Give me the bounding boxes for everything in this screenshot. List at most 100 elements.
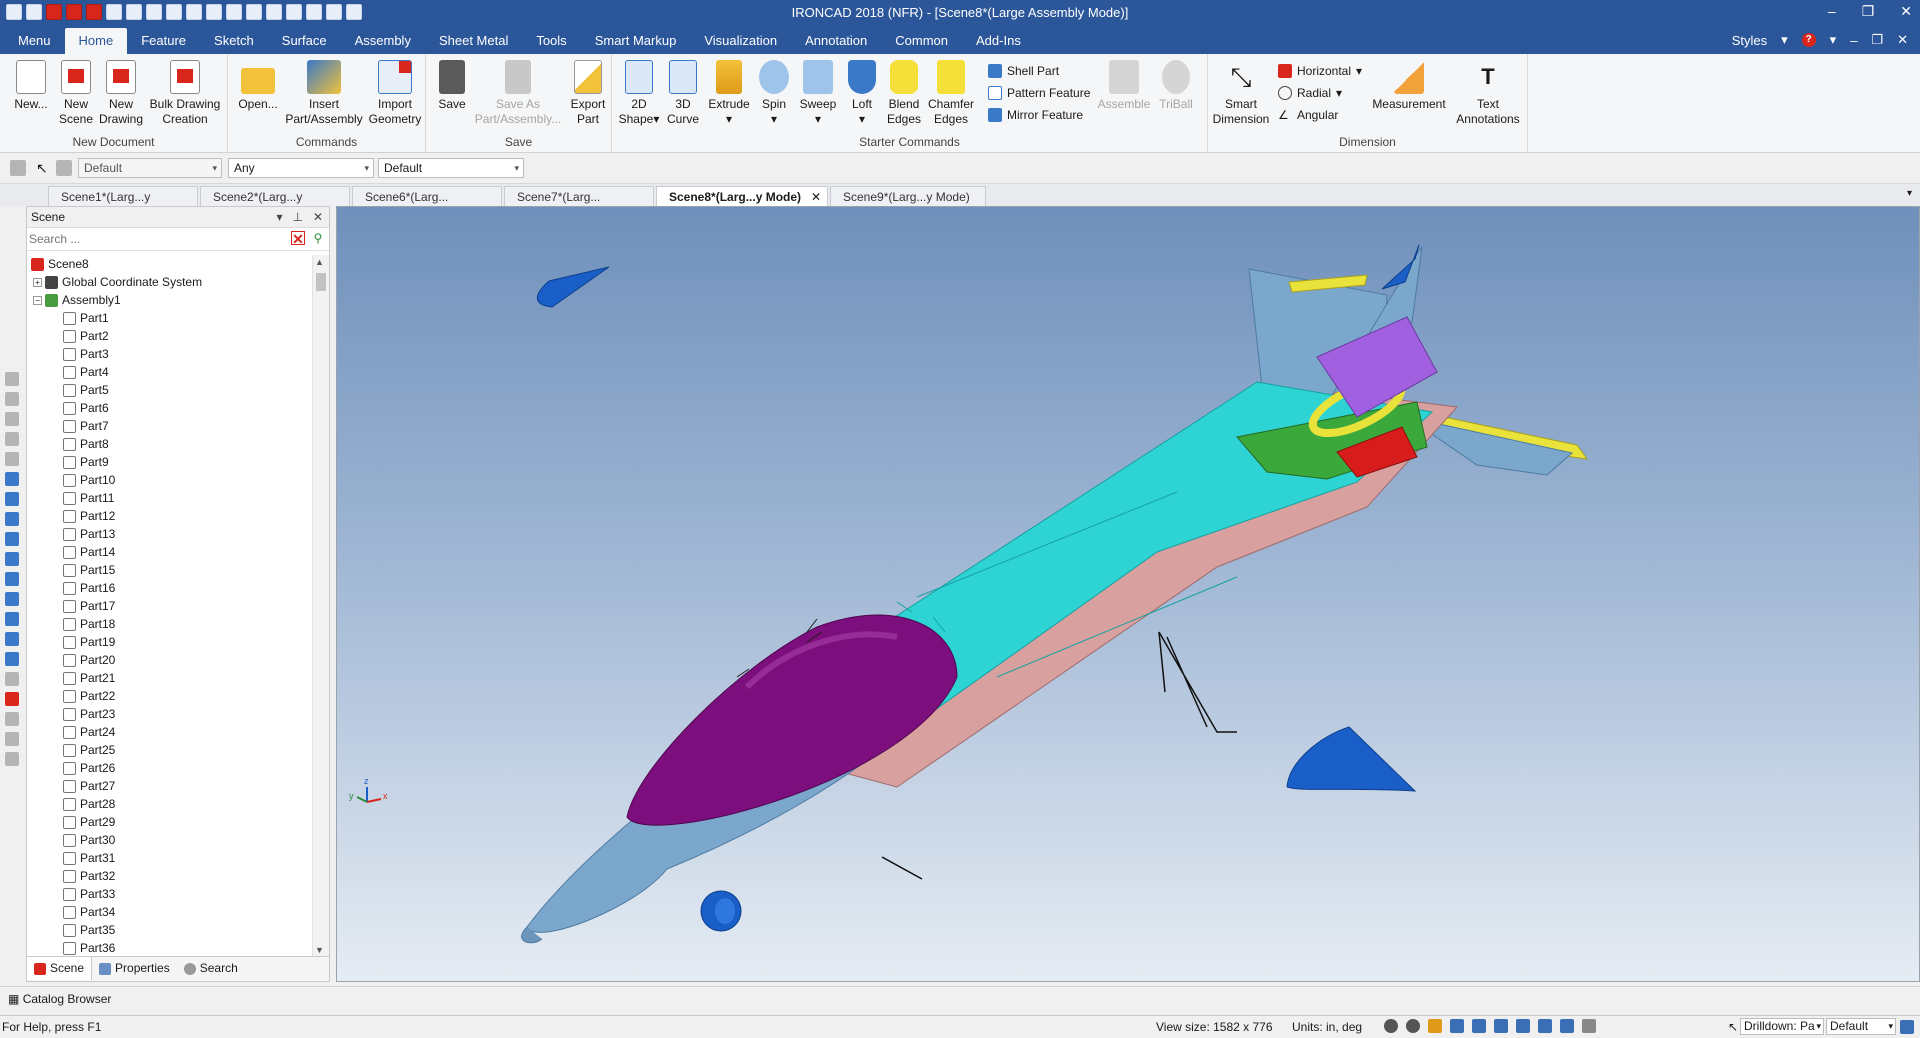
tool-arrow-icon[interactable] <box>5 752 19 766</box>
tree-node-part[interactable]: Part6 <box>27 399 311 417</box>
view-cube-icon[interactable] <box>1428 1019 1442 1033</box>
tree-node-part[interactable]: Part18 <box>27 615 311 633</box>
panel-tab-properties[interactable]: Properties <box>92 957 177 980</box>
tree-node-part[interactable]: Part9 <box>27 453 311 471</box>
tree-node-assembly[interactable]: − Assembly1 <box>27 291 311 309</box>
save-button[interactable]: Save <box>434 60 470 112</box>
clear-search-icon[interactable]: ✕ <box>291 231 305 246</box>
tool-sphere-icon[interactable] <box>5 532 19 546</box>
tool-gray-3-icon[interactable] <box>5 412 19 426</box>
landing-gear-strut[interactable] <box>1158 631 1237 733</box>
drilldown-combo[interactable]: Drilldown: Pa ▾ <box>1740 1018 1824 1035</box>
doc-tab-scene2[interactable]: Scene2*(Larg...y Mode) <box>200 186 350 224</box>
tree-node-part[interactable]: Part30 <box>27 831 311 849</box>
tab-surface[interactable]: Surface <box>268 28 341 54</box>
minimize-button[interactable]: – <box>1828 3 1836 20</box>
tree-node-part[interactable]: Part3 <box>27 345 311 363</box>
tool-torus-icon[interactable] <box>5 552 19 566</box>
maximize-button[interactable]: ❐ <box>1862 3 1875 20</box>
triball-button[interactable]: TriBall <box>1154 60 1198 112</box>
collapse-icon[interactable]: − <box>33 296 42 306</box>
tool-red-icon[interactable] <box>5 692 19 706</box>
insert-part-assembly-button[interactable]: Insert Part/Assembly <box>284 60 364 127</box>
camera-icon[interactable] <box>1560 1019 1574 1033</box>
tree-node-part[interactable]: Part10 <box>27 471 311 489</box>
select-arrow-icon[interactable]: ↖ <box>36 160 48 177</box>
tree-node-part[interactable]: Part22 <box>27 687 311 705</box>
tool-shell-icon[interactable] <box>5 652 19 666</box>
wing-tip-part-left[interactable] <box>536 266 610 308</box>
tree-node-part[interactable]: Part15 <box>27 561 311 579</box>
pointer-icon[interactable]: ↖ <box>1728 1016 1738 1038</box>
search-filter-icon[interactable]: ⚲ <box>311 231 325 245</box>
section-icon[interactable] <box>1538 1019 1552 1033</box>
zoom-box-icon[interactable] <box>1406 1019 1420 1033</box>
3d-viewport[interactable]: z y x <box>336 206 1920 982</box>
document-close-button[interactable]: ✕ <box>1897 32 1908 48</box>
doc-tab-scene9[interactable]: Scene9*(Larg...y Mode) <box>830 186 986 206</box>
export-part-button[interactable]: Export Part <box>566 60 610 127</box>
panel-close-icon[interactable]: ✕ <box>313 207 323 227</box>
horizontal-dimension-button[interactable]: Horizontal ▾ <box>1278 62 1362 80</box>
select-filter-icon[interactable] <box>1582 1019 1596 1033</box>
wing-tip-part-right[interactable] <box>1286 726 1417 792</box>
tab-sketch[interactable]: Sketch <box>200 28 268 54</box>
import-geometry-button[interactable]: Import Geometry <box>366 60 424 127</box>
tool-slot-icon[interactable] <box>5 612 19 626</box>
nose-probe[interactable] <box>881 856 923 880</box>
tree-node-part[interactable]: Part23 <box>27 705 311 723</box>
tree-node-part[interactable]: Part35 <box>27 921 311 939</box>
select-mode-icon[interactable] <box>56 160 72 176</box>
new-scene-button[interactable]: New Scene <box>56 60 96 127</box>
shaded-icon[interactable] <box>1494 1019 1508 1033</box>
tree-node-part[interactable]: Part26 <box>27 759 311 777</box>
tool-gray-2-icon[interactable] <box>5 392 19 406</box>
sweep-button[interactable]: Sweep ▾ <box>796 60 840 127</box>
tabs-overflow-icon[interactable]: ▾ <box>1907 188 1912 199</box>
render-mode-icon[interactable] <box>1450 1019 1464 1033</box>
radial-chevron-icon[interactable]: ▾ <box>1336 86 1342 100</box>
tool-pipe-icon[interactable] <box>5 632 19 646</box>
smart-dimension-button[interactable]: ⤡ Smart Dimension <box>1212 60 1270 127</box>
tree-node-part[interactable]: Part14 <box>27 543 311 561</box>
canopy[interactable] <box>626 614 958 826</box>
tab-assembly[interactable]: Assembly <box>341 28 425 54</box>
tab-tools[interactable]: Tools <box>522 28 580 54</box>
radial-dimension-button[interactable]: Radial ▾ <box>1278 84 1342 102</box>
tab-common[interactable]: Common <box>881 28 962 54</box>
status-style-combo[interactable]: Default ▾ <box>1826 1018 1896 1035</box>
tree-node-part[interactable]: Part7 <box>27 417 311 435</box>
tree-node-part[interactable]: Part29 <box>27 813 311 831</box>
tree-node-part[interactable]: Part8 <box>27 435 311 453</box>
shell-part-button[interactable]: Shell Part <box>988 62 1059 80</box>
tree-node-part[interactable]: Part11 <box>27 489 311 507</box>
tool-circle-icon[interactable] <box>5 732 19 746</box>
tree-node-part[interactable]: Part2 <box>27 327 311 345</box>
lighting-icon[interactable] <box>1516 1019 1530 1033</box>
tab-feature[interactable]: Feature <box>127 28 200 54</box>
tool-block-icon[interactable] <box>5 472 19 486</box>
close-tab-icon[interactable]: ✕ <box>811 187 821 207</box>
doc-tab-scene7[interactable]: Scene7*(Larg... Mode)* <box>504 186 654 224</box>
panel-pin-icon[interactable]: ⊥ <box>292 207 302 227</box>
tree-node-part[interactable]: Part32 <box>27 867 311 885</box>
tool-hole-icon[interactable] <box>5 592 19 606</box>
tree-node-part[interactable]: Part25 <box>27 741 311 759</box>
tool-wedge-icon[interactable] <box>5 572 19 586</box>
panel-tab-scene[interactable]: Scene <box>27 957 93 980</box>
tab-annotation[interactable]: Annotation <box>791 28 881 54</box>
ribbon-minimize-button[interactable]: – <box>1850 33 1857 48</box>
extrude-button[interactable]: Extrude ▾ <box>706 60 752 127</box>
tree-node-part[interactable]: Part1 <box>27 309 311 327</box>
chamfer-edges-button[interactable]: Chamfer Edges <box>926 60 976 127</box>
view-combo[interactable]: Default ▾ <box>378 158 524 178</box>
tree-node-part[interactable]: Part16 <box>27 579 311 597</box>
tree-node-part[interactable]: Part21 <box>27 669 311 687</box>
tree-node-part[interactable]: Part31 <box>27 849 311 867</box>
tool-gray-1-icon[interactable] <box>5 372 19 386</box>
new-button[interactable]: New... <box>8 60 54 112</box>
tool-measure-icon[interactable] <box>5 672 19 686</box>
loft-button[interactable]: Loft ▾ <box>842 60 882 127</box>
tree-node-part[interactable]: Part19 <box>27 633 311 651</box>
tree-node-part[interactable]: Part28 <box>27 795 311 813</box>
